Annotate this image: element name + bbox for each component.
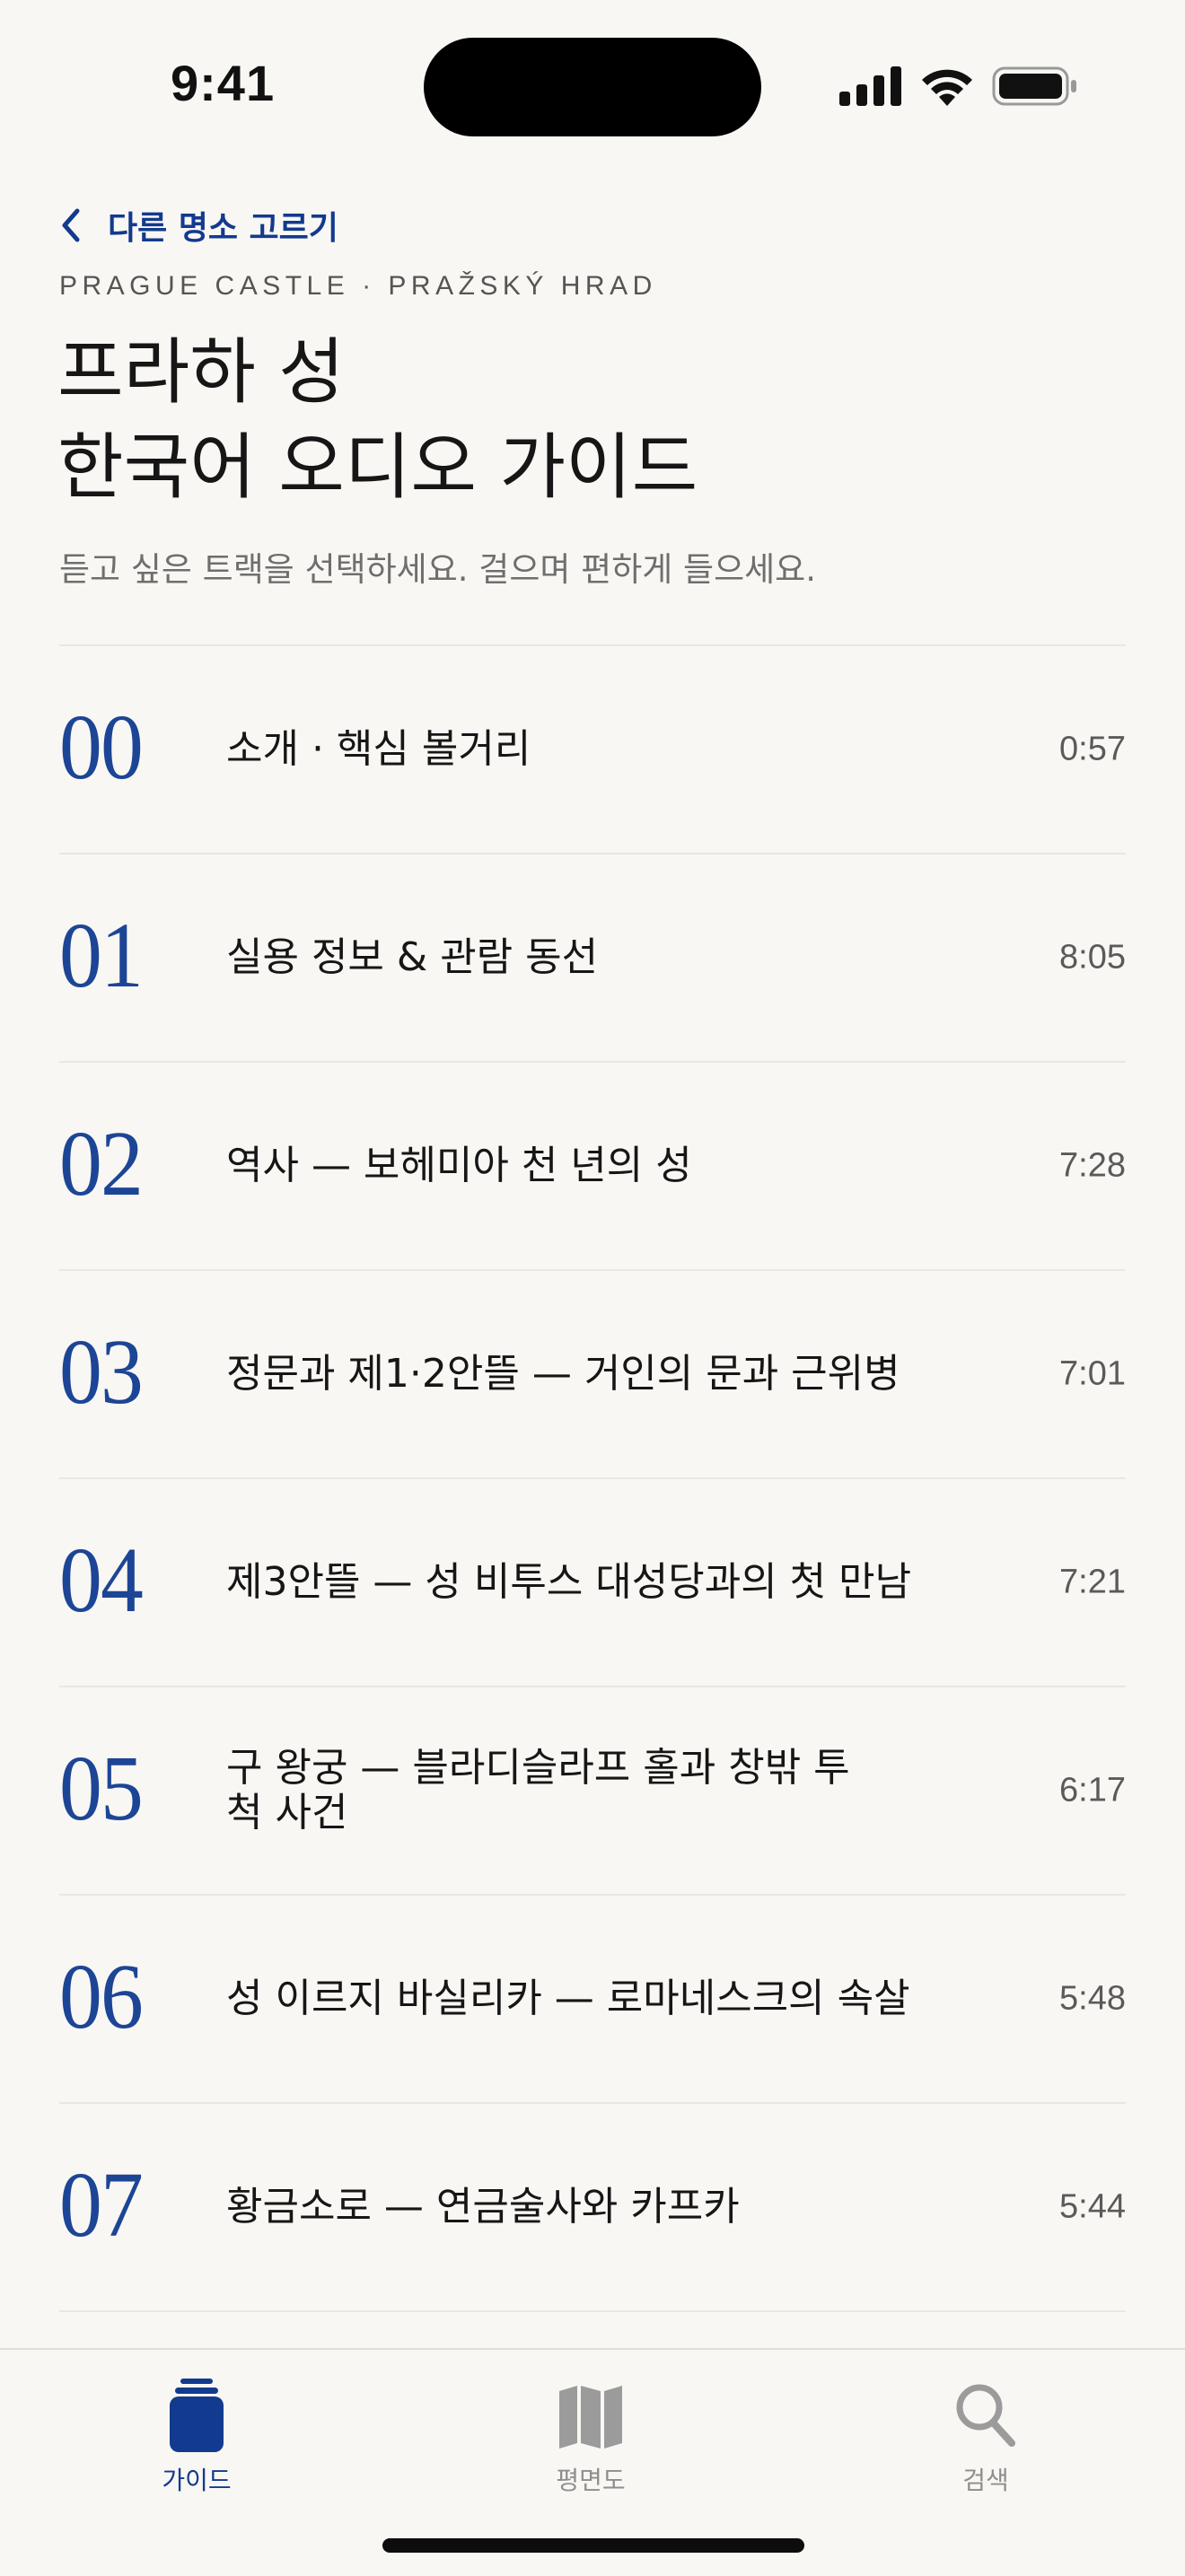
home-indicator[interactable] xyxy=(382,2538,804,2553)
track-row-05[interactable]: 05 구 왕궁 — 블라디슬라프 홀과 창밖 투척 사건 6:17 xyxy=(59,1687,1126,1896)
headphones-stack-icon xyxy=(170,2379,224,2452)
track-number: 04 xyxy=(59,1528,144,1632)
page-title-line1: 프라하 성 xyxy=(57,330,345,414)
track-row-07[interactable]: 07 황금소로 — 연금술사와 카프카 5:44 xyxy=(59,2104,1126,2312)
track-duration: 5:48 xyxy=(1059,1979,1126,2018)
tab-floorplan[interactable]: 평면도 xyxy=(483,2364,698,2499)
chevron-left-icon xyxy=(62,208,80,242)
tab-search[interactable]: 검색 xyxy=(878,2364,1093,2499)
track-row-00[interactable]: 00 소개 · 핵심 볼거리 0:57 xyxy=(59,646,1126,854)
track-row-03[interactable]: 03 정문과 제1·2안뜰 — 거인의 문과 근위병 7:01 xyxy=(59,1271,1126,1479)
track-title: 역사 — 보헤미아 천 년의 성 xyxy=(226,1143,692,1188)
wifi-icon xyxy=(922,69,972,106)
page-description: 듣고 싶은 트랙을 선택하세요. 걸으며 편하게 들으세요. xyxy=(59,550,816,589)
track-number: 02 xyxy=(59,1111,144,1215)
track-duration: 8:05 xyxy=(1059,938,1126,977)
track-title: 소개 · 핵심 볼거리 xyxy=(226,726,531,772)
site-subtitle: PRAGUE CASTLE · PRAŽSKÝ HRAD xyxy=(59,271,657,301)
search-icon xyxy=(956,2384,1015,2447)
status-bar: 9:41 xyxy=(0,0,1185,171)
page-title-line2: 한국어 오디오 가이드 xyxy=(57,425,698,509)
tab-guide[interactable]: 가이드 xyxy=(89,2364,304,2499)
track-duration: 5:44 xyxy=(1059,2187,1126,2226)
track-duration: 7:28 xyxy=(1059,1146,1126,1185)
track-duration: 7:01 xyxy=(1059,1354,1126,1393)
track-title: 황금소로 — 연금술사와 카프카 xyxy=(226,2184,740,2230)
track-list: 00 소개 · 핵심 볼거리 0:57 01 실용 정보 & 관람 동선 8:0… xyxy=(59,644,1126,2312)
tab-floorplan-label: 평면도 xyxy=(556,2466,626,2495)
track-number: 05 xyxy=(59,1736,144,1840)
track-number: 00 xyxy=(59,695,144,799)
track-title: 정문과 제1·2안뜰 — 거인의 문과 근위병 xyxy=(226,1351,900,1397)
tab-search-label: 검색 xyxy=(962,2466,1009,2495)
tab-guide-label: 가이드 xyxy=(162,2466,232,2495)
track-title: 성 이르지 바실리카 — 로마네스크의 속살 xyxy=(226,1976,910,2021)
page-title: 프라하 성 한국어 오디오 가이드 xyxy=(57,325,698,515)
dynamic-island xyxy=(424,38,761,136)
track-title: 구 왕궁 — 블라디슬라프 홀과 창밖 투척 사건 xyxy=(226,1745,850,1836)
track-row-06[interactable]: 06 성 이르지 바실리카 — 로마네스크의 속살 5:48 xyxy=(59,1896,1126,2104)
track-number: 06 xyxy=(59,1944,144,2048)
track-number: 03 xyxy=(59,1319,144,1424)
map-icon xyxy=(559,2386,622,2449)
track-duration: 7:21 xyxy=(1059,1563,1126,1601)
track-duration: 0:57 xyxy=(1059,730,1126,768)
battery-icon xyxy=(992,66,1076,106)
track-number: 07 xyxy=(59,2152,144,2256)
track-title: 제3안뜰 — 성 비투스 대성당과의 첫 만남 xyxy=(226,1559,912,1605)
track-number: 01 xyxy=(59,903,144,1007)
track-row-01[interactable]: 01 실용 정보 & 관람 동선 8:05 xyxy=(59,854,1126,1063)
back-button-label: 다른 명소 고르기 xyxy=(108,210,338,247)
status-time: 9:41 xyxy=(171,55,276,111)
track-title: 실용 정보 & 관람 동선 xyxy=(226,934,599,980)
track-row-02[interactable]: 02 역사 — 보헤미아 천 년의 성 7:28 xyxy=(59,1063,1126,1271)
back-button[interactable]: 다른 명소 고르기 xyxy=(57,203,338,248)
cellular-signal-icon xyxy=(839,66,901,106)
track-row-04[interactable]: 04 제3안뜰 — 성 비투스 대성당과의 첫 만남 7:21 xyxy=(59,1479,1126,1687)
track-duration: 6:17 xyxy=(1059,1771,1126,1809)
